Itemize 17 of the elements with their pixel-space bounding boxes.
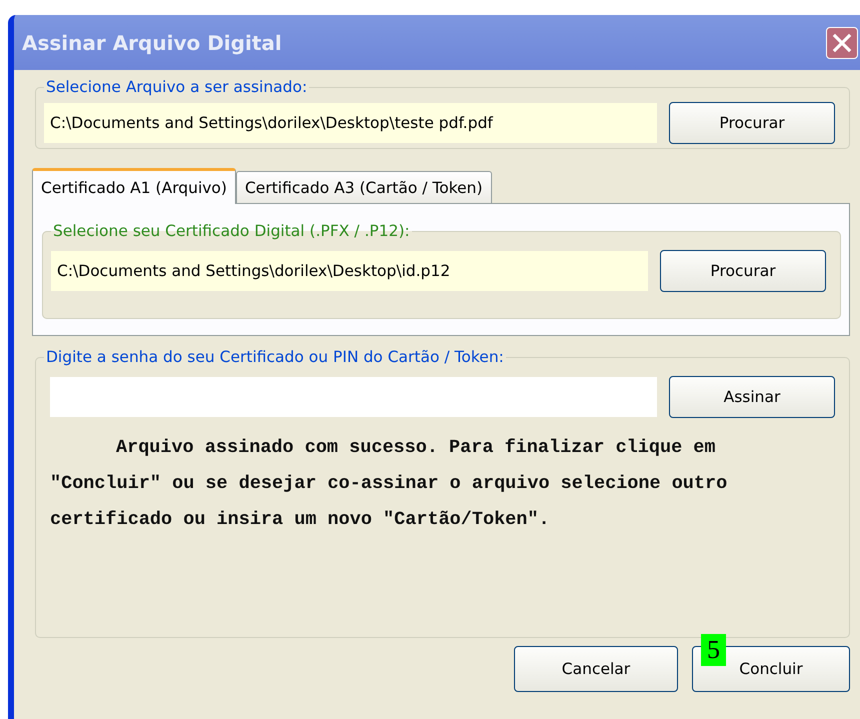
close-button[interactable] xyxy=(826,26,858,58)
window-title: Assinar Arquivo Digital xyxy=(22,30,282,54)
group-label: Selecione seu Certificado Digital (.PFX / .P12): xyxy=(52,222,411,240)
cancel-button[interactable]: Cancelar xyxy=(514,646,678,692)
tab[interactable]: Certificado A1 (Arquivo) xyxy=(32,168,236,204)
group-label: Selecione Arquivo a ser assinado: xyxy=(45,78,308,96)
browse-button[interactable]: Procurar xyxy=(669,102,835,144)
file-path-field[interactable]: C:\Documents and Settings\dorilex\Desktop\teste pdf.pdf xyxy=(44,103,657,143)
close-icon xyxy=(832,32,852,52)
number-badge: 5 xyxy=(701,634,726,666)
password-field[interactable] xyxy=(50,377,657,417)
browse-button[interactable]: Procurar xyxy=(660,250,826,292)
status-message: Arquivo assinado com sucesso. Para finalizar clique em "Concluir" ou se desejar co-assinar o arquivo selecione outro certificado ou insira um novo "Cartão/Token". xyxy=(50,436,728,532)
tab[interactable]: Certificado A3 (Cartão / Token) xyxy=(236,171,492,203)
sign-button[interactable]: Assinar xyxy=(669,376,835,418)
group-label: Digite a senha do seu Certificado ou PIN do Cartão / Token: xyxy=(45,348,505,366)
certificate-path-field[interactable]: C:\Documents and Settings\dorilex\Desktop\id.p12 xyxy=(51,251,648,291)
